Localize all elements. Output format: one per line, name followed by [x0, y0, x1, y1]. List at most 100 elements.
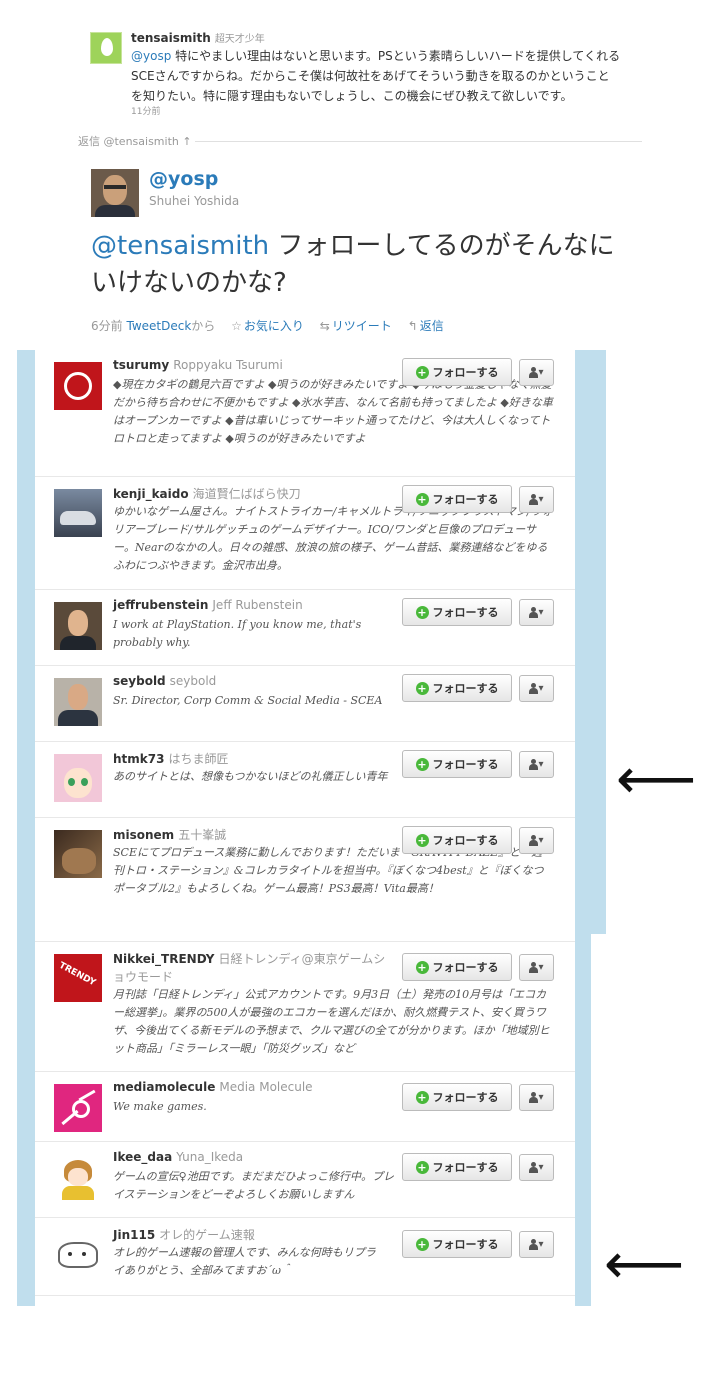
user-name[interactable]: Ikee_daa Yuna_Ikeda — [113, 1150, 243, 1164]
avatar[interactable] — [54, 1154, 102, 1202]
user-handle[interactable]: mediamolecule — [113, 1080, 215, 1094]
user-actions-dropdown[interactable]: ▾ — [519, 751, 554, 778]
user-handle[interactable]: Ikee_daa — [113, 1150, 172, 1164]
user-bio: ◆現在カタギの鶴見六百ですよ ◆唄うのが好きみたいですよ ◆今はもう金髪じゃなく… — [113, 378, 553, 445]
user-name[interactable]: Jin115 オレ的ゲーム速報 — [113, 1226, 255, 1243]
main-timestamp[interactable]: 6分前 — [91, 319, 123, 333]
user-handle[interactable]: Jin115 — [113, 1228, 155, 1242]
follow-button[interactable]: + フォローする — [402, 953, 512, 981]
user-handle[interactable]: seybold — [113, 674, 166, 688]
retweet-icon: ⇆ — [319, 319, 330, 333]
user-name[interactable]: Nikkei_TRENDY 日経トレンディ@東京ゲームショウモード — [113, 950, 393, 986]
user-bio: Sr. Director, Corp Comm & Social Media -… — [113, 694, 383, 707]
avatar[interactable] — [54, 602, 102, 650]
reply-tweet-text: @yosp 特にやましい理由はないと思います。PSという素晴らしいハードを提供し… — [131, 46, 621, 106]
user-handle[interactable]: htmk73 — [113, 752, 164, 766]
caret-down-icon: ▾ — [538, 835, 544, 846]
reply-button[interactable]: ↰ 返信 — [408, 319, 444, 333]
user-full-name: seybold — [169, 674, 217, 688]
avatar[interactable] — [54, 678, 102, 726]
user-name[interactable]: mediamolecule Media Molecule — [113, 1080, 313, 1094]
user-actions-dropdown[interactable]: ▾ — [519, 954, 554, 981]
user-actions-dropdown[interactable]: ▾ — [519, 675, 554, 702]
avatar[interactable] — [54, 362, 102, 410]
user-row-ikee-daa: Ikee_daa Yuna_Ikeda ゲームの宣伝♀池田です。まだまだひよっこ修… — [35, 1142, 575, 1218]
main-handle[interactable]: @yosp — [149, 168, 218, 190]
user-full-name: 五十峯誠 — [178, 828, 227, 842]
user-actions-dropdown[interactable]: ▾ — [519, 1231, 554, 1258]
follow-button[interactable]: + フォローする — [402, 1153, 512, 1181]
user-handle[interactable]: tsurumy — [113, 358, 169, 372]
plus-icon: + — [415, 960, 429, 974]
user-full-name: Media Molecule — [219, 1080, 313, 1094]
reply-full-name: 超天才少年 — [214, 34, 265, 45]
follow-button[interactable]: + フォローする — [402, 826, 512, 854]
user-actions-dropdown[interactable]: ▾ — [519, 1084, 554, 1111]
tweet-actions: 6分前 TweetDeckから ☆ お気に入り ⇆ リツイート ↰ 返信 — [91, 317, 444, 334]
reply-mention[interactable]: @yosp — [131, 49, 171, 63]
avatar[interactable] — [54, 1230, 102, 1278]
user-bio: オレ的ゲーム速報の管理人です、みんな何時もリプライありがとう、全部みてますお´ω… — [113, 1246, 376, 1277]
retweet-button[interactable]: ⇆ リツイート — [320, 319, 392, 333]
person-icon — [529, 1239, 539, 1250]
avatar[interactable] — [54, 754, 102, 802]
avatar[interactable] — [54, 489, 102, 537]
user-bio: ゲームの宣伝♀池田です。まだまだひよっこ修行中。プレイステーションをどーぞよろし… — [113, 1170, 395, 1201]
follow-label: フォローする — [432, 1238, 499, 1251]
user-name[interactable]: htmk73 はちま師匠 — [113, 750, 228, 767]
follow-button[interactable]: + フォローする — [402, 485, 512, 513]
avatar-glasses — [104, 185, 126, 189]
main-full-name: Shuhei Yoshida — [149, 194, 240, 208]
in-reply-to-link[interactable]: 返信 @tensaismith ↑ — [78, 133, 192, 149]
follow-button[interactable]: + フォローする — [402, 598, 512, 626]
user-actions-dropdown[interactable]: ▾ — [519, 486, 554, 513]
via-link[interactable]: TweetDeck — [126, 319, 191, 333]
user-bio: あのサイトとは、想像もつかないほどの礼儀正しい青年 — [113, 770, 388, 783]
user-row-tsurumy: tsurumy Roppyaku Tsurumi ◆現在カタギの鶴見六百ですよ ◆… — [35, 350, 575, 477]
user-name[interactable]: jeffrubenstein Jeff Rubenstein — [113, 598, 303, 612]
user-name[interactable]: seybold seybold — [113, 674, 216, 688]
user-name[interactable]: tsurumy Roppyaku Tsurumi — [113, 358, 283, 372]
caret-down-icon: ▾ — [538, 1162, 544, 1173]
arrow-left-icon: ⟵ — [604, 1232, 685, 1297]
caret-down-icon: ▾ — [538, 962, 544, 973]
user-handle[interactable]: jeffrubenstein — [113, 598, 208, 612]
follow-label: フォローする — [432, 366, 499, 379]
user-actions-dropdown[interactable]: ▾ — [519, 359, 554, 386]
caret-down-icon: ▾ — [538, 1239, 544, 1250]
follow-button[interactable]: + フォローする — [402, 674, 512, 702]
avatar[interactable] — [54, 830, 102, 878]
avatar[interactable]: TRENDY — [54, 954, 102, 1002]
user-row-mediamolecule: mediamolecule Media Molecule We make game… — [35, 1072, 575, 1142]
user-handle[interactable]: kenji_kaido — [113, 487, 189, 501]
follow-button[interactable]: + フォローする — [402, 750, 512, 778]
user-name[interactable]: misonem 五十峯誠 — [113, 826, 226, 843]
user-actions-dropdown[interactable]: ▾ — [519, 599, 554, 626]
user-actions-dropdown[interactable]: ▾ — [519, 827, 554, 854]
user-row-kenji-kaido: kenji_kaido 海道賢仁ばばら快刀 ゆかいなゲーム屋さん。ナイトストライカ… — [35, 477, 575, 590]
main-mention[interactable]: @tensaismith — [91, 231, 269, 261]
user-handle[interactable]: misonem — [113, 828, 174, 842]
user-actions-dropdown[interactable]: ▾ — [519, 1154, 554, 1181]
user-name[interactable]: kenji_kaido 海道賢仁ばばら快刀 — [113, 485, 301, 502]
user-row-jin115: Jin115 オレ的ゲーム速報 オレ的ゲーム速報の管理人です、みんな何時もリプライ… — [35, 1218, 575, 1296]
user-row-misonem: misonem 五十峯誠 SCEにてプロデュース業務に勤しんでおります！ただいま『… — [35, 818, 575, 934]
avatar[interactable] — [54, 1084, 102, 1132]
egg-icon — [101, 38, 113, 56]
plus-icon: + — [415, 492, 429, 506]
user-handle[interactable]: Nikkei_TRENDY — [113, 952, 215, 966]
favorite-label: お気に入り — [243, 319, 304, 333]
arrow-left-icon: ⟵ — [616, 747, 697, 812]
reply-author[interactable]: tensaismith 超天才少年 — [131, 30, 265, 45]
yosp-avatar[interactable] — [91, 169, 139, 217]
via-suffix: から — [191, 319, 216, 333]
follow-button[interactable]: + フォローする — [402, 1083, 512, 1111]
tensaismith-avatar[interactable] — [90, 32, 122, 64]
reply-timestamp[interactable]: 11分前 — [131, 104, 160, 117]
plus-icon: + — [415, 1237, 429, 1251]
person-icon — [529, 962, 539, 973]
follow-button[interactable]: + フォローする — [402, 358, 512, 386]
follow-button[interactable]: + フォローする — [402, 1230, 512, 1258]
reply-handle[interactable]: tensaismith — [131, 31, 211, 45]
favorite-button[interactable]: ☆ お気に入り — [231, 319, 304, 333]
